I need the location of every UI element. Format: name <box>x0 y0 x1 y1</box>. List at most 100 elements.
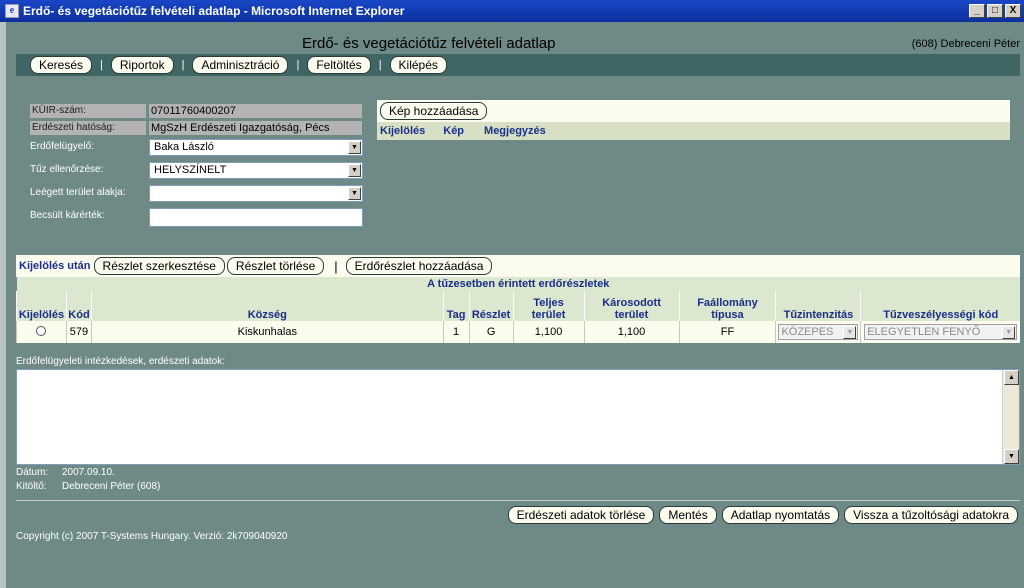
window-frame-left <box>0 22 6 588</box>
col-total-area: Teljes terület <box>512 291 585 321</box>
delete-forestry-data-button[interactable]: Erdészeti adatok törlése <box>507 506 655 524</box>
window-title: Erdő- és vegetációtűz felvételi adatlap … <box>23 4 405 18</box>
row-select-radio[interactable] <box>36 325 47 336</box>
hazard-value: ELEGYETLEN FENYŐ <box>867 326 981 338</box>
menu-reports-button[interactable]: Riportok <box>110 56 174 74</box>
row-stand-type: FF <box>678 321 776 343</box>
col-stand-type-line2: típusa <box>711 309 744 321</box>
authority-label: Erdészeti hatóság: <box>30 121 146 135</box>
delete-parcel-button[interactable]: Részlet törlése <box>226 257 325 275</box>
menu-upload-button[interactable]: Feltöltés <box>307 56 371 74</box>
image-panel-toolbar: Kép hozzáadása <box>377 100 1010 122</box>
back-to-fire-data-button[interactable]: Vissza a tűzoltósági adatokra <box>844 506 1018 524</box>
action-bar: Erdészeti adatok törlése Mentés Adatlap … <box>507 506 1018 524</box>
row-total-area: 1,100 <box>512 321 585 343</box>
date-row: Dátum: 2007.09.10. <box>16 467 115 478</box>
date-value: 2007.09.10. <box>62 467 115 478</box>
menu-search-button[interactable]: Keresés <box>30 56 93 74</box>
col-total-area-line2: terület <box>531 309 566 321</box>
image-table-header: Kijelölés Kép Megjegyzés <box>377 122 1010 140</box>
menu-logout-button[interactable]: Kilépés <box>389 56 447 74</box>
fire-check-select[interactable]: HELYSZÍNELT ▼ <box>149 162 363 179</box>
col-total-area-line1: Teljes <box>533 297 564 309</box>
scroll-up-icon[interactable]: ▲ <box>1004 370 1019 385</box>
kuir-value: 07011760400207 <box>149 104 362 118</box>
minimize-button[interactable]: _ <box>969 4 985 18</box>
inspector-label: Erdőfelügyelő: <box>30 140 94 152</box>
parcel-toolbar: Kijelölés után Részlet szerkesztése Rész… <box>16 255 1020 277</box>
col-damaged-area-line2: terület <box>614 309 649 321</box>
col-intensity: Tűzintenzitás <box>775 291 861 321</box>
window-controls: _ □ X <box>969 4 1021 18</box>
page-title: Erdő- és vegetációtűz felvételi adatlap <box>302 35 556 52</box>
add-forest-parcel-button[interactable]: Erdőrészlet hozzáadása <box>345 257 493 275</box>
area-shape-select[interactable]: ▼ <box>149 185 363 202</box>
selection-label: Kijelölés után <box>19 260 91 272</box>
inspector-select[interactable]: Baka László ▼ <box>149 139 363 156</box>
menu-separator: | <box>378 59 382 71</box>
col-stand-type: Faállomány típusa <box>678 291 776 321</box>
save-button[interactable]: Mentés <box>659 506 717 524</box>
dropdown-arrow-icon[interactable]: ▼ <box>843 326 857 339</box>
menu-separator: | <box>100 59 103 71</box>
menu-separator: | <box>296 59 300 71</box>
divider <box>16 500 1020 501</box>
intensity-value: KÖZEPES <box>781 326 834 338</box>
inspector-row: Erdőfelügyelő: <box>30 139 149 153</box>
filler-value: Debreceni Péter (608) <box>62 481 161 492</box>
menu-administration-button[interactable]: Adminisztráció <box>192 56 289 74</box>
row-select-cell <box>16 321 67 343</box>
row-part: G <box>468 321 514 343</box>
row-municipality: Kiskunhalas <box>90 321 444 343</box>
notes-textarea[interactable]: ▲ ▼ <box>16 369 1020 465</box>
menu-separator: | <box>181 59 185 71</box>
row-damaged-area: 1,100 <box>583 321 679 343</box>
col-stand-type-line1: Faállomány <box>697 297 758 309</box>
area-shape-label: Leégett terület alakja: <box>30 186 126 198</box>
col-part: Részlet <box>468 291 514 321</box>
col-code: Kód <box>65 291 92 321</box>
dropdown-arrow-icon[interactable]: ▼ <box>1002 326 1016 339</box>
maximize-button[interactable]: □ <box>987 4 1003 18</box>
image-panel: Kép hozzáadása Kijelölés Kép Megjegyzés <box>377 100 1010 140</box>
table-row: 579 Kiskunhalas 1 G 1,100 1,100 FF KÖZEP… <box>16 321 1020 343</box>
kuir-row: KÜIR-szám: 07011760400207 <box>30 104 362 118</box>
fire-check-row: Tűz ellenőrzése: <box>30 162 149 176</box>
damage-row: Becsült kárérték: <box>30 208 149 222</box>
print-form-button[interactable]: Adatlap nyomtatás <box>721 506 840 524</box>
damage-label: Becsült kárérték: <box>30 209 105 221</box>
image-col-image: Kép <box>443 125 465 137</box>
notes-scrollbar[interactable]: ▲ ▼ <box>1002 370 1019 464</box>
filler-label: Kitöltő: <box>16 481 47 492</box>
image-col-note: Megjegyzés <box>484 125 546 137</box>
row-tag: 1 <box>442 321 470 343</box>
hazard-select[interactable]: ELEGYETLEN FENYŐ ▼ <box>864 324 1018 340</box>
fire-check-value: HELYSZÍNELT <box>154 164 227 176</box>
edit-parcel-button[interactable]: Részlet szerkesztése <box>93 257 225 275</box>
row-intensity-cell: KÖZEPES ▼ <box>775 321 861 343</box>
col-hazard: Tűzveszélyességi kód <box>860 291 1020 321</box>
add-image-button[interactable]: Kép hozzáadása <box>380 102 488 120</box>
row-hazard-cell: ELEGYETLEN FENYŐ ▼ <box>860 321 1020 343</box>
inspector-value: Baka László <box>154 141 214 153</box>
parcel-table: A tűzesetben érintett erdőrészletek Kije… <box>16 277 1020 343</box>
damage-input[interactable] <box>149 208 363 227</box>
date-label: Dátum: <box>16 467 49 478</box>
dropdown-arrow-icon[interactable]: ▼ <box>348 164 361 177</box>
scroll-down-icon[interactable]: ▼ <box>1004 449 1019 464</box>
table-caption: A tűzesetben érintett erdőrészletek <box>16 277 1020 291</box>
notes-label: Erdőfelügyeleti intézkedések, erdészeti … <box>16 356 226 367</box>
dropdown-arrow-icon[interactable]: ▼ <box>348 187 361 200</box>
main-menu: Keresés | Riportok | Adminisztráció | Fe… <box>16 54 1020 76</box>
authority-row: Erdészeti hatóság: MgSzH Erdészeti Igazg… <box>30 121 362 135</box>
authority-value: MgSzH Erdészeti Igazgatóság, Pécs <box>149 121 362 135</box>
intensity-select[interactable]: KÖZEPES ▼ <box>778 324 859 340</box>
close-button[interactable]: X <box>1005 4 1021 18</box>
kuir-label: KÜIR-szám: <box>30 104 146 118</box>
col-damaged-area: Károsodott terület <box>583 291 679 321</box>
row-code: 579 <box>65 321 92 343</box>
window-title-bar: e Erdő- és vegetációtűz felvételi adatla… <box>0 0 1024 22</box>
internet-explorer-icon: e <box>5 4 19 18</box>
dropdown-arrow-icon[interactable]: ▼ <box>348 141 361 154</box>
logged-in-user: (608) Debreceni Péter <box>911 38 1020 50</box>
